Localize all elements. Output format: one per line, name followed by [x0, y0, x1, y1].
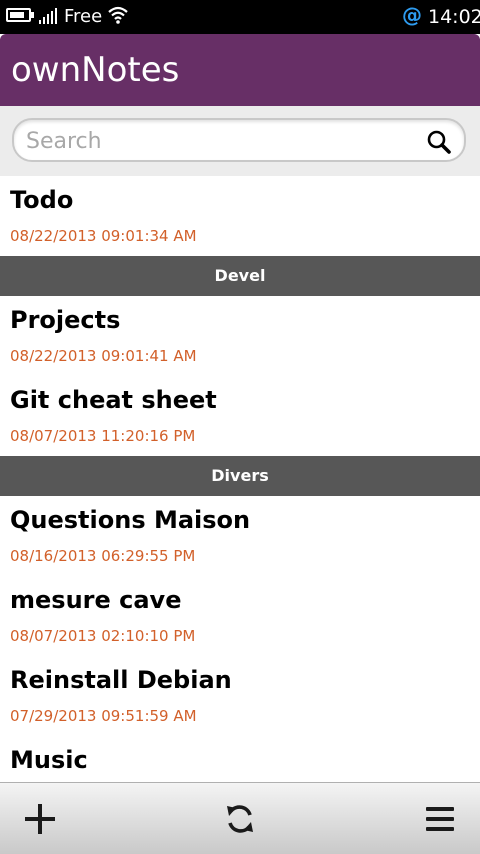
note-title: Music: [10, 746, 88, 774]
status-time: 14:02: [428, 6, 480, 28]
note-date: 08/22/2013 09:01:41 AM: [10, 347, 197, 365]
search-icon[interactable]: [426, 129, 452, 155]
note-date: 08/22/2013 09:01:34 AM: [10, 227, 197, 245]
carrier-name: Free: [64, 6, 103, 27]
sync-icon: [227, 805, 253, 833]
note-title: Reinstall Debian: [10, 666, 232, 694]
note-date: 08/07/2013 02:10:10 PM: [10, 627, 196, 645]
status-bar: Free @ 14:02: [0, 0, 480, 34]
sync-button[interactable]: [216, 795, 264, 843]
app-header: ownNotes: [0, 34, 480, 106]
section-header-divers: Divers: [0, 456, 480, 496]
note-date: 08/16/2013 06:29:55 PM: [10, 547, 196, 565]
note-item[interactable]: Todo 08/22/2013 09:01:34 AM: [0, 176, 480, 256]
note-title: Questions Maison: [10, 506, 251, 534]
note-item[interactable]: Git cheat sheet 08/07/2013 11:20:16 PM: [0, 376, 480, 456]
note-list[interactable]: Todo 08/22/2013 09:01:34 AM Devel Projects 0…: [0, 176, 480, 782]
bottom-toolbar: [0, 782, 480, 854]
battery-level-fill: [10, 12, 24, 18]
note-title: Git cheat sheet: [10, 386, 217, 414]
note-item[interactable]: Questions Maison 08/16/2013 06:29:55 PM: [0, 496, 480, 576]
note-date: 07/29/2013 09:51:59 AM: [10, 707, 197, 725]
note-item[interactable]: Music: [0, 736, 480, 782]
add-icon: [25, 804, 55, 834]
search-input[interactable]: [26, 126, 406, 156]
add-note-button[interactable]: [16, 795, 64, 843]
app-title: ownNotes: [11, 50, 180, 90]
note-title: mesure cave: [10, 586, 182, 614]
menu-button[interactable]: [416, 795, 464, 843]
signal-icon: [39, 8, 61, 24]
note-title: Projects: [10, 306, 121, 334]
note-date: 08/07/2013 11:20:16 PM: [10, 427, 196, 445]
note-item[interactable]: Projects 08/22/2013 09:01:41 AM: [0, 296, 480, 376]
battery-tip: [31, 12, 34, 18]
note-item[interactable]: Reinstall Debian 07/29/2013 09:51:59 AM: [0, 656, 480, 736]
menu-icon: [426, 807, 454, 831]
wifi-icon: [108, 6, 128, 24]
search-area: [0, 106, 480, 176]
section-header-devel: Devel: [0, 256, 480, 296]
at-icon: @: [402, 3, 422, 27]
search-box[interactable]: [12, 118, 466, 162]
note-item[interactable]: mesure cave 08/07/2013 02:10:10 PM: [0, 576, 480, 656]
note-title: Todo: [10, 186, 74, 214]
battery-icon: [6, 8, 31, 22]
